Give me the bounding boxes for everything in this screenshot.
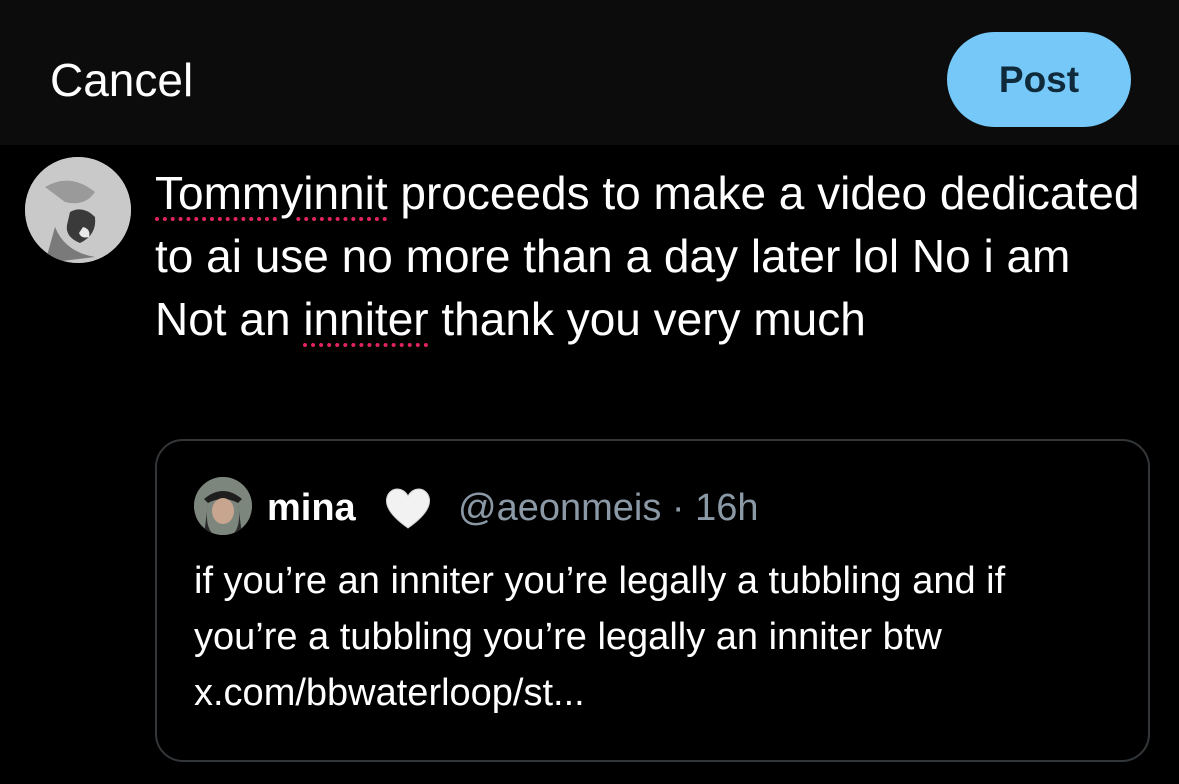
user-avatar-icon [25,157,131,263]
quoted-author-name: mina [267,487,356,529]
compose-text-segment: thank you very much [428,293,866,345]
quoted-user-avatar-icon [194,477,252,535]
compose-header: Cancel Post [0,0,1179,145]
quoted-handle: @aeonmeis [458,487,662,529]
quoted-post-text: if you’re an inniter you’re legally a tu… [194,560,1006,714]
quoted-post[interactable]: mina @aeonmeis · 16h if you’re an innite… [155,439,1150,762]
avatar[interactable] [25,157,131,263]
misspelled-word: Tommyinnit [155,167,388,219]
separator: · [661,487,696,529]
post-button[interactable]: Post [947,32,1131,127]
cancel-button[interactable]: Cancel [50,52,193,108]
quoted-avatar [194,477,252,535]
quoted-timestamp: 16h [695,487,759,529]
compose-text[interactable]: Tommyinnit proceeds to make a video dedi… [155,162,1145,351]
white-heart-icon [386,488,430,529]
quoted-handle-time: @aeonmeis · 16h [458,485,759,531]
misspelled-word: inniter [303,293,429,345]
